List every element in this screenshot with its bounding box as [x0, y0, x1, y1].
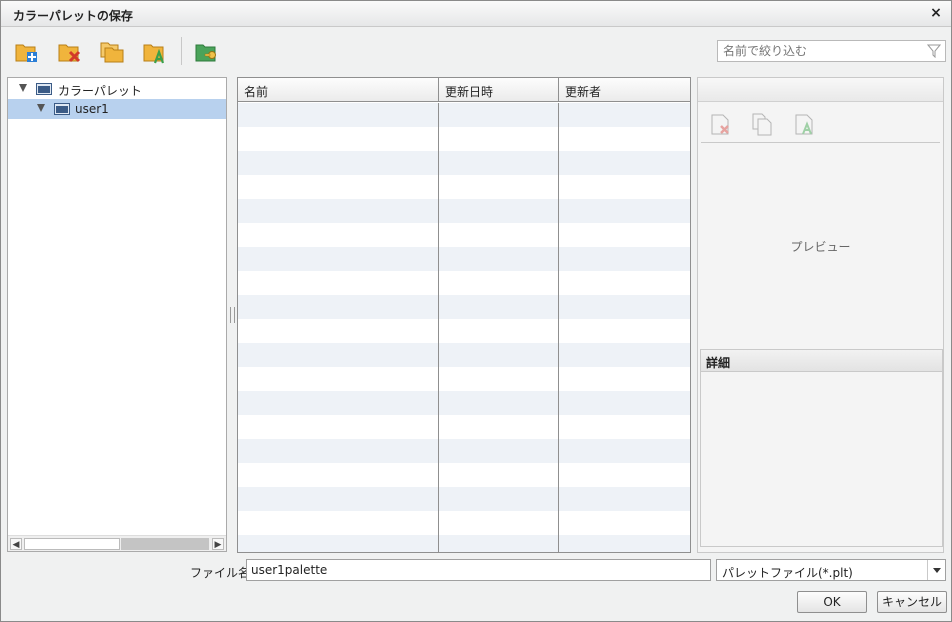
- copy-file-button[interactable]: [751, 112, 775, 136]
- tree-item-user1[interactable]: user1: [8, 99, 226, 119]
- table-row[interactable]: [238, 391, 690, 415]
- title-bar: カラーパレットの保存 ×: [1, 1, 951, 27]
- preview-panel: プレビュー 詳細: [697, 77, 944, 553]
- scrollbar-thumb[interactable]: [24, 538, 120, 550]
- folder-icon: [36, 83, 52, 95]
- save-color-palette-dialog: カラーパレットの保存 × 名前で絞り込む カラーパレット user1 ◀ ▶ 名…: [0, 0, 952, 622]
- preview-placeholder: プレビュー: [790, 240, 851, 254]
- tree-item-label: カラーパレット: [58, 84, 142, 98]
- table-row[interactable]: [238, 223, 690, 247]
- copy-folder-icon: [100, 42, 124, 63]
- filter-icon[interactable]: [927, 44, 941, 58]
- rename-file-button[interactable]: [793, 112, 817, 136]
- delete-folder-button[interactable]: [56, 39, 82, 65]
- preview-separator: [701, 142, 940, 143]
- folder-icon: [54, 103, 70, 115]
- ok-button[interactable]: OK: [797, 591, 867, 613]
- table-row[interactable]: [238, 463, 690, 487]
- table-row[interactable]: [238, 319, 690, 343]
- tree-item-label: user1: [75, 102, 109, 116]
- new-folder-icon: [15, 44, 37, 62]
- palette-list[interactable]: 名前 更新日時 更新者: [237, 77, 691, 553]
- scroll-left-icon[interactable]: ◀: [10, 538, 22, 550]
- pane-splitter[interactable]: [230, 307, 235, 323]
- list-rows: [238, 103, 690, 552]
- filter-input[interactable]: [723, 43, 923, 59]
- expand-arrow-icon[interactable]: [37, 104, 45, 112]
- table-row[interactable]: [238, 343, 690, 367]
- table-row[interactable]: [238, 535, 690, 552]
- scrollbar-track[interactable]: [121, 538, 209, 550]
- rename-file-icon: [795, 114, 813, 135]
- filetype-value: パレットファイル(*.plt): [722, 566, 853, 580]
- delete-file-button[interactable]: [709, 112, 733, 136]
- rename-folder-button[interactable]: [141, 39, 167, 65]
- filetype-select[interactable]: パレットファイル(*.plt): [716, 559, 946, 581]
- table-row[interactable]: [238, 511, 690, 535]
- column-header-updated[interactable]: 更新日時: [439, 78, 559, 102]
- filename-input[interactable]: [246, 559, 711, 581]
- table-row[interactable]: [238, 439, 690, 463]
- preview-header: [698, 78, 943, 102]
- table-row[interactable]: [238, 175, 690, 199]
- table-row[interactable]: [238, 199, 690, 223]
- expand-arrow-icon[interactable]: [19, 84, 27, 92]
- copy-file-icon: [752, 113, 772, 136]
- table-row[interactable]: [238, 367, 690, 391]
- tree-item-root[interactable]: カラーパレット: [8, 79, 226, 99]
- filter-search-box[interactable]: [717, 40, 946, 62]
- filename-label: ファイル名: [190, 566, 251, 580]
- table-row[interactable]: [238, 247, 690, 271]
- copy-folder-button[interactable]: [99, 39, 125, 65]
- dialog-title: カラーパレットの保存: [13, 9, 133, 23]
- toolbar-separator: [181, 37, 182, 65]
- detail-title: 詳細: [701, 350, 942, 372]
- list-header: 名前 更新日時 更新者: [238, 78, 690, 102]
- table-row[interactable]: [238, 487, 690, 511]
- column-header-name[interactable]: 名前: [238, 78, 439, 102]
- table-row[interactable]: [238, 151, 690, 175]
- table-row[interactable]: [238, 295, 690, 319]
- folder-tree[interactable]: カラーパレット user1 ◀ ▶: [7, 77, 227, 552]
- horizontal-scrollbar[interactable]: ◀ ▶: [8, 535, 226, 551]
- table-row[interactable]: [238, 271, 690, 295]
- delete-file-icon: [711, 114, 729, 135]
- detail-section: 詳細: [700, 349, 943, 547]
- folder-permission-icon: [195, 44, 216, 62]
- column-divider: [558, 103, 559, 552]
- close-icon[interactable]: ×: [927, 4, 945, 22]
- scroll-right-icon[interactable]: ▶: [212, 538, 224, 550]
- delete-folder-icon: [58, 44, 81, 63]
- table-row[interactable]: [238, 415, 690, 439]
- chevron-down-icon[interactable]: [927, 560, 945, 580]
- table-row[interactable]: [238, 127, 690, 151]
- folder-permission-button[interactable]: [193, 39, 219, 65]
- rename-folder-icon: [143, 44, 165, 64]
- table-row[interactable]: [238, 103, 690, 127]
- cancel-button[interactable]: キャンセル: [877, 591, 947, 613]
- column-header-updater[interactable]: 更新者: [559, 78, 690, 102]
- column-divider: [438, 103, 439, 552]
- new-folder-button[interactable]: [13, 39, 39, 65]
